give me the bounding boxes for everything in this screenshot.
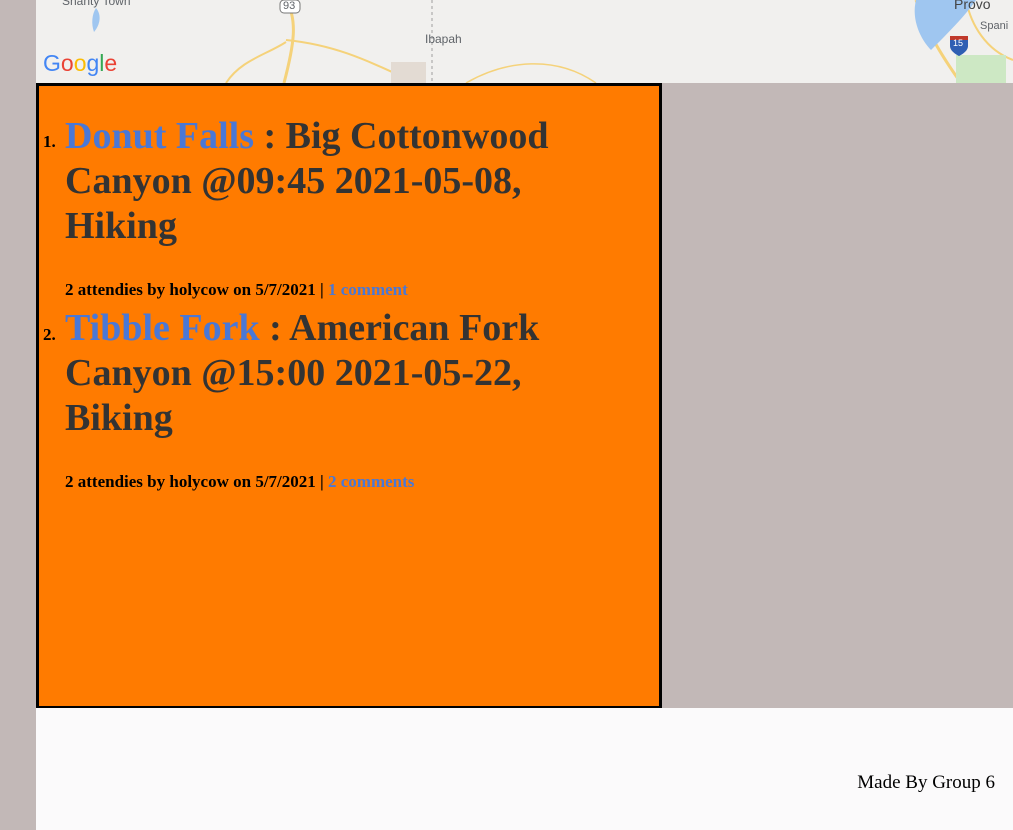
- event-title: Donut Falls : Big Cottonwood Canyon @09:…: [65, 114, 625, 249]
- list-item-number: 1.: [43, 132, 56, 151]
- list-item: 1. Donut Falls : Big Cottonwood Canyon @…: [43, 86, 659, 300]
- google-logo: Google: [43, 50, 118, 76]
- list-item: 2. Tibble Fork : American Fork Canyon @1…: [43, 300, 659, 492]
- footer: Made By Group 6: [36, 708, 1013, 830]
- event-meta-text: 2 attendies by holycow on 5/7/2021 |: [65, 472, 329, 491]
- map-label-spanish: Spani: [980, 20, 1009, 32]
- map-label-provo: Provo: [954, 0, 991, 12]
- map-label-ibapah: Ibapah: [425, 32, 462, 46]
- events-panel: 1. Donut Falls : Big Cottonwood Canyon @…: [36, 83, 662, 709]
- list-item-number: 2.: [43, 325, 56, 344]
- map-label-shanty-town: Shanty Town: [62, 0, 131, 8]
- comments-link[interactable]: 2 comments: [328, 472, 414, 491]
- event-link[interactable]: Tibble Fork: [65, 307, 260, 349]
- event-link[interactable]: Donut Falls: [65, 115, 254, 157]
- event-meta: 2 attendies by holycow on 5/7/2021 | 1 c…: [65, 280, 659, 300]
- comments-link[interactable]: 1 comment: [328, 280, 408, 299]
- events-list: 1. Donut Falls : Big Cottonwood Canyon @…: [39, 86, 659, 492]
- map-roads: [92, 0, 1013, 83]
- map[interactable]: Shanty Town 93 Ibapah Provo Spani 15 Goo…: [36, 0, 1013, 83]
- event-meta: 2 attendies by holycow on 5/7/2021 | 2 c…: [65, 472, 659, 492]
- route-93-label: 93: [283, 0, 296, 12]
- event-meta-text: 2 attendies by holycow on 5/7/2021 |: [65, 280, 329, 299]
- event-title: Tibble Fork : American Fork Canyon @15:0…: [65, 306, 625, 441]
- footer-text: Made By Group 6: [857, 772, 995, 793]
- route-15-label: 15: [953, 38, 964, 48]
